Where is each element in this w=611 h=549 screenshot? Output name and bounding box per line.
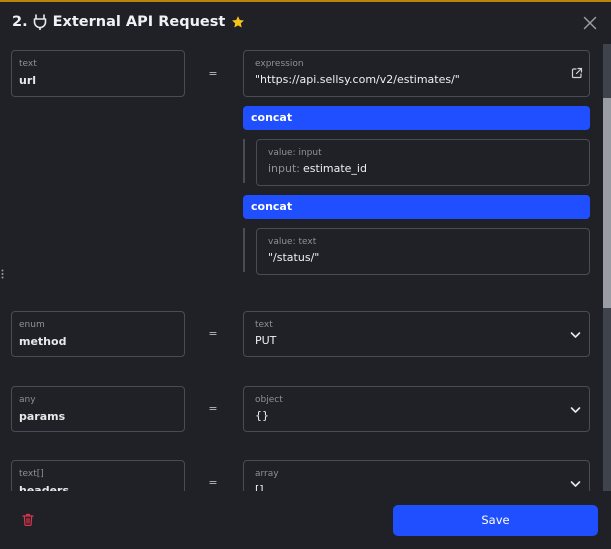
input-value: input: estimate_id: [268, 162, 367, 175]
panel-title: 2. External API Request: [12, 14, 245, 30]
panel-header: 2. External API Request: [0, 2, 611, 44]
fields-scroll-area[interactable]: text url = expression "https://api.sells…: [0, 44, 603, 491]
external-link-icon[interactable]: [571, 67, 583, 79]
input-variable: estimate_id: [303, 162, 367, 175]
text-value-type: value: text: [268, 237, 317, 247]
chevron-down-icon[interactable]: [570, 406, 581, 414]
headers-value: []: [255, 483, 264, 491]
star-icon[interactable]: [231, 15, 245, 29]
chevron-down-icon[interactable]: [570, 331, 581, 339]
params-value-type: object: [255, 395, 283, 405]
url-expression-box[interactable]: expression "https://api.sellsy.com/v2/es…: [243, 50, 590, 97]
scrollbar-thumb[interactable]: [603, 98, 611, 308]
params-param-box[interactable]: any params: [11, 386, 185, 432]
headers-param-name: headers: [19, 484, 70, 491]
drag-handle-icon[interactable]: [1, 269, 4, 279]
method-param-name: method: [19, 335, 67, 348]
trash-icon[interactable]: [22, 513, 34, 526]
method-type-label: enum: [19, 320, 45, 330]
method-param-box[interactable]: enum method: [11, 311, 185, 357]
url-equals-sign: =: [208, 67, 218, 80]
concat-block-1[interactable]: concat: [243, 106, 590, 130]
method-value-type: text: [255, 320, 273, 330]
headers-param-box[interactable]: text[] headers: [11, 460, 185, 491]
text-value-box[interactable]: value: text "/status/": [256, 228, 590, 275]
concat-block-2[interactable]: concat: [243, 195, 590, 219]
url-expression-value: "https://api.sellsy.com/v2/estimates/": [255, 73, 460, 86]
input-value-box[interactable]: value: input input: estimate_id: [256, 139, 590, 186]
headers-select[interactable]: array []: [243, 460, 590, 491]
params-equals-sign: =: [208, 402, 218, 415]
params-select[interactable]: object {}: [243, 386, 590, 432]
headers-type-label: text[]: [19, 469, 44, 479]
input-prefix: input:: [268, 162, 301, 175]
step-number: 2.: [12, 14, 28, 30]
method-value: PUT: [255, 334, 277, 347]
close-icon[interactable]: [583, 16, 597, 30]
params-type-label: any: [19, 395, 36, 405]
url-param-box[interactable]: text url: [11, 50, 185, 97]
text-value: "/status/": [268, 251, 320, 264]
params-param-name: params: [19, 410, 66, 423]
plug-icon: [33, 14, 46, 30]
step-title: External API Request: [52, 14, 226, 30]
method-equals-sign: =: [208, 327, 218, 340]
url-param-name: url: [19, 74, 37, 87]
params-value: {}: [255, 409, 269, 422]
save-button[interactable]: Save: [393, 505, 598, 536]
panel-footer: Save: [0, 491, 611, 549]
headers-value-type: array: [255, 469, 279, 479]
nest-connector-1: [243, 139, 245, 183]
chevron-down-icon[interactable]: [570, 480, 581, 488]
url-type-label: text: [19, 59, 37, 69]
nest-connector-2: [243, 228, 245, 272]
method-select[interactable]: text PUT: [243, 311, 590, 357]
input-value-type: value: input: [268, 148, 322, 158]
url-value-type: expression: [255, 59, 304, 69]
headers-equals-sign: =: [208, 476, 218, 489]
